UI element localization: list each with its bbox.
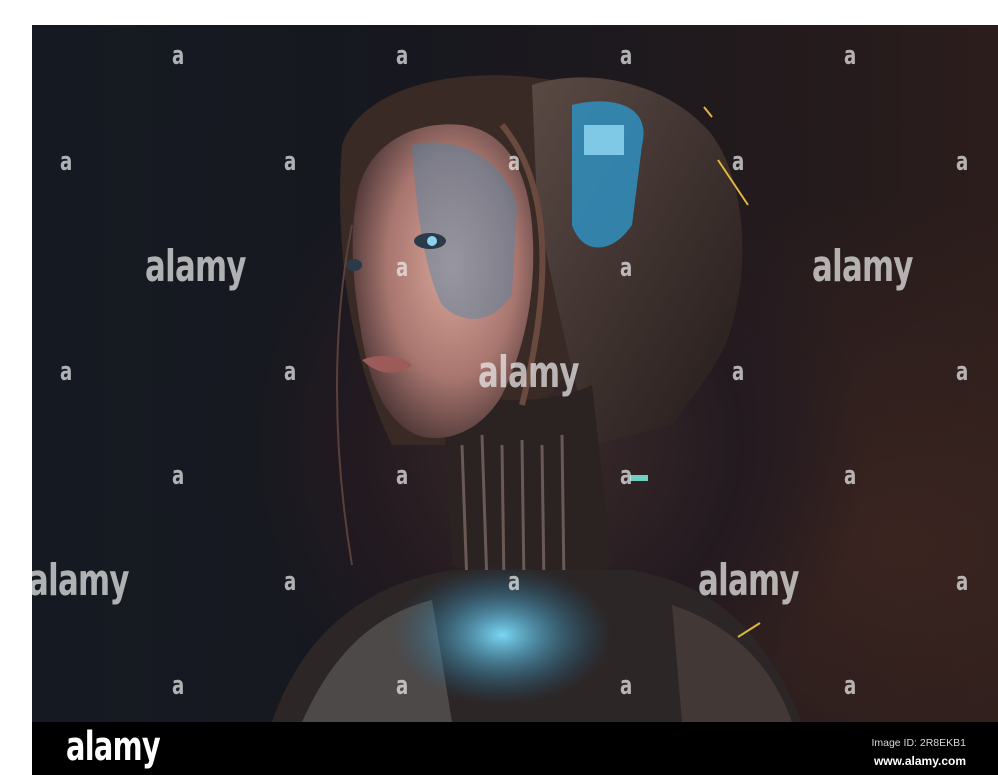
watermark-mark: a: [620, 41, 632, 71]
watermark-mark: a: [956, 567, 968, 597]
alamy-logo: alamy: [66, 724, 161, 770]
watermark-mark: a: [284, 147, 296, 177]
watermark-mark: a: [844, 671, 856, 701]
watermark-word: alamy: [32, 555, 129, 606]
image-id-label: Image ID: 2R8EKB1: [871, 737, 966, 749]
watermark-mark: a: [172, 671, 184, 701]
watermark-mark: a: [620, 253, 632, 283]
watermark-mark: a: [844, 41, 856, 71]
watermark-mark: a: [732, 147, 744, 177]
watermark-mark: a: [396, 671, 408, 701]
watermark-mark: a: [844, 461, 856, 491]
watermark-word: alamy: [478, 347, 579, 398]
watermark-mark: a: [284, 567, 296, 597]
watermark-mark: a: [956, 147, 968, 177]
watermark-word: alamy: [812, 241, 913, 292]
watermark-mark: a: [620, 461, 632, 491]
site-url-link[interactable]: www.alamy.com: [874, 754, 966, 768]
watermark-mark: a: [60, 357, 72, 387]
watermark-mark: a: [396, 41, 408, 71]
watermark-word: alamy: [145, 241, 246, 292]
watermark-mark: a: [396, 461, 408, 491]
watermark-mark: a: [284, 357, 296, 387]
footer-bar: alamy Image ID: 2R8EKB1 www.alamy.com: [32, 722, 998, 775]
watermark-mark: a: [172, 461, 184, 491]
watermark-mark: a: [172, 41, 184, 71]
watermark-mark: a: [508, 147, 520, 177]
watermark-mark: a: [396, 253, 408, 283]
watermark-mark: a: [60, 147, 72, 177]
watermark-mark: a: [508, 567, 520, 597]
watermark-mark: a: [732, 357, 744, 387]
watermark-mark: a: [956, 357, 968, 387]
stock-photo: a a a a a a a a a alamy a a alamy a a al…: [32, 25, 998, 722]
watermark-mark: a: [620, 671, 632, 701]
watermark-word: alamy: [698, 555, 799, 606]
